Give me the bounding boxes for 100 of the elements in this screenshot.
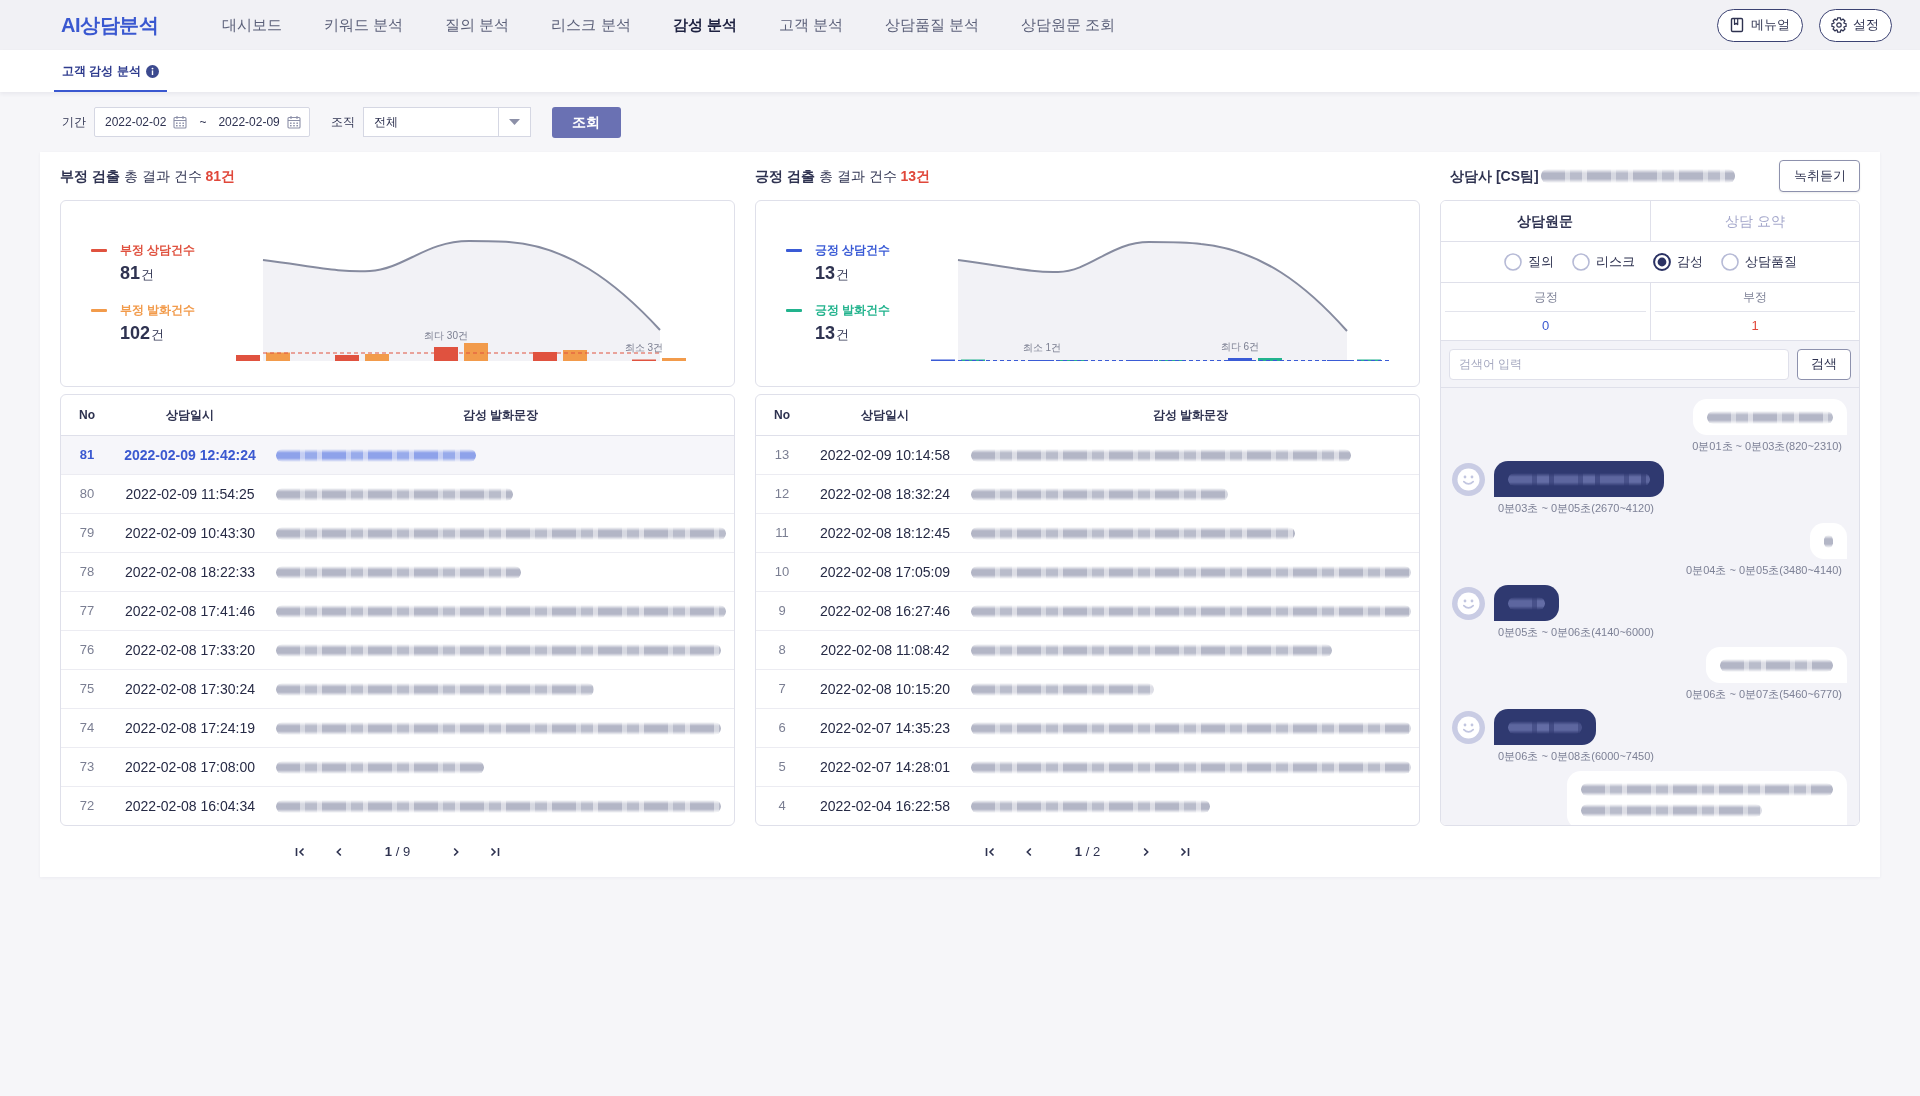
row-number: 74 [79, 720, 95, 736]
row-number: 4 [778, 798, 786, 814]
category-radio[interactable]: 상담품질 [1720, 252, 1797, 272]
legend-count: 102건 [120, 322, 165, 345]
table-row[interactable]: 78 2022-02-08 18:22:33 [61, 553, 734, 592]
radio-icon[interactable] [1503, 253, 1522, 271]
datetime-text: 2022-02-04 16:22:58 [820, 797, 950, 814]
legend-count: 13건 [815, 322, 850, 345]
datetime-text: 2022-02-08 17:05:09 [820, 563, 950, 580]
column-header: No [79, 408, 95, 423]
chart-bar [335, 355, 359, 361]
radio-icon[interactable] [1720, 253, 1739, 271]
table-row[interactable]: 74 2022-02-08 17:24:19 [61, 709, 734, 748]
count-value: 0 [1541, 317, 1550, 336]
search-field[interactable]: 검색어 입력 [1449, 348, 1789, 380]
table-row[interactable]: 8 2022-02-08 11:08:42 [756, 631, 1419, 670]
radio-icon[interactable] [1571, 253, 1590, 271]
settings-button[interactable]: 설정 [1819, 8, 1892, 42]
table-row[interactable]: 73 2022-02-08 17:08:00 [61, 748, 734, 787]
counselor-title: 상담사 [CS팀] [1450, 166, 1539, 186]
listen-recording-button[interactable]: 녹취듣기 [1779, 160, 1860, 192]
query-button[interactable]: 조회 [551, 106, 621, 138]
datetime-text: 2022-02-08 18:32:24 [820, 485, 950, 502]
table-row[interactable]: 13 2022-02-09 10:14:58 [756, 436, 1419, 475]
nav-menu-item[interactable]: 질의 분석 [445, 15, 510, 35]
datetime-text: 2022-02-09 10:14:58 [820, 446, 950, 463]
table-row[interactable]: 79 2022-02-09 10:43:30 [61, 514, 734, 553]
row-number: 5 [778, 759, 786, 775]
page-tab[interactable]: 고객 감성 분석 [54, 50, 167, 92]
first-page-icon[interactable] [293, 845, 306, 858]
last-page-icon[interactable] [1179, 845, 1192, 858]
legend-count: 13건 [815, 262, 850, 285]
row-number: 9 [778, 603, 786, 619]
column-header: No [774, 408, 790, 423]
row-number: 79 [79, 525, 95, 541]
table-row[interactable]: 5 2022-02-07 14:28:01 [756, 748, 1419, 787]
table-row[interactable]: 4 2022-02-04 16:22:58 [756, 787, 1419, 825]
table-row[interactable]: 75 2022-02-08 17:30:24 [61, 670, 734, 709]
table-row[interactable]: 77 2022-02-08 17:41:46 [61, 592, 734, 631]
row-number: 10 [774, 564, 790, 580]
dropdown-caret-icon[interactable] [508, 119, 520, 125]
search-button[interactable]: 검색 [1797, 348, 1851, 380]
row-number: 81 [79, 447, 95, 463]
row-number: 8 [778, 642, 786, 658]
category-radio[interactable]: 질의 [1503, 252, 1554, 272]
nav-menu-item[interactable]: 상담원문 조회 [1021, 15, 1116, 35]
table-row[interactable]: 81 2022-02-09 12:42:24 [61, 436, 734, 475]
period-label: 기간 [62, 114, 86, 131]
table-row[interactable]: 9 2022-02-08 16:27:46 [756, 592, 1419, 631]
legend-label: 긍정 상담건수 [815, 242, 891, 259]
chart-bar [266, 352, 290, 361]
table-row[interactable]: 6 2022-02-07 14:35:23 [756, 709, 1419, 748]
app-logo[interactable]: AI상담분석 [61, 12, 158, 38]
last-page-icon[interactable] [489, 845, 502, 858]
page-indicator: 1 / 9 [384, 842, 411, 861]
row-number: 77 [79, 603, 95, 619]
datetime-text: 2022-02-09 11:54:25 [125, 485, 255, 502]
panel-title: 부정 검출 총 결과 건수 [60, 166, 202, 186]
datetime-text: 2022-02-08 17:24:19 [125, 719, 255, 736]
table-row[interactable]: 76 2022-02-08 17:33:20 [61, 631, 734, 670]
message-time: 0분06초 ~ 0분07초(5460~6770) [1686, 687, 1842, 702]
datetime-text: 2022-02-08 17:08:00 [125, 758, 255, 775]
book-icon [1729, 17, 1745, 33]
table-row[interactable]: 7 2022-02-08 10:15:20 [756, 670, 1419, 709]
calendar-icon[interactable] [173, 115, 188, 129]
column-header: 상담일시 [166, 408, 214, 423]
table-row[interactable]: 11 2022-02-08 18:12:45 [756, 514, 1419, 553]
nav-menu-item[interactable]: 감성 분석 [672, 15, 737, 35]
info-icon[interactable] [145, 64, 159, 78]
message-time: 0분05초 ~ 0분06초(4140~6000) [1498, 625, 1654, 640]
message-time: 0분03초 ~ 0분05초(2670~4120) [1498, 501, 1654, 516]
row-number: 11 [775, 525, 789, 541]
datetime-text: 2022-02-09 10:43:30 [125, 524, 255, 541]
first-page-icon[interactable] [983, 845, 996, 858]
datetime-text: 2022-02-08 11:08:42 [820, 641, 950, 658]
nav-menu-item[interactable]: 키워드 분석 [324, 15, 404, 35]
date-range-field[interactable]: 2022-02-02 ~ 2022-02-09 [94, 107, 310, 137]
nav-menu-item[interactable]: 대시보드 [222, 15, 282, 35]
category-radio[interactable]: 리스크 [1571, 252, 1635, 272]
column-header: 상담일시 [861, 408, 909, 423]
legend-label: 부정 상담건수 [120, 242, 196, 259]
chart-bar [563, 350, 587, 361]
organization-select[interactable]: 전체 [362, 107, 531, 137]
start-date-value: 2022-02-02 [105, 114, 167, 131]
row-number: 73 [79, 759, 95, 775]
nav-menu-item[interactable]: 상담품질 분석 [884, 15, 980, 35]
radio-selected-icon[interactable] [1652, 253, 1671, 271]
chart-bar [662, 358, 686, 361]
count-label: 부정 [1743, 289, 1767, 306]
manual-button[interactable]: 메뉴얼 [1717, 8, 1803, 42]
chart-annotation: 최다 30건 [424, 330, 468, 341]
table-row[interactable]: 80 2022-02-09 11:54:25 [61, 475, 734, 514]
table-row[interactable]: 12 2022-02-08 18:32:24 [756, 475, 1419, 514]
nav-menu-item[interactable]: 고객 분석 [778, 15, 843, 35]
category-radio[interactable]: 감성 [1652, 252, 1703, 272]
nav-menu-item[interactable]: 리스크 분석 [551, 15, 631, 35]
table-row[interactable]: 72 2022-02-08 16:04:34 [61, 787, 734, 825]
calendar-icon[interactable] [286, 115, 301, 129]
legend-label: 부정 발화건수 [120, 302, 196, 319]
table-row[interactable]: 10 2022-02-08 17:05:09 [756, 553, 1419, 592]
